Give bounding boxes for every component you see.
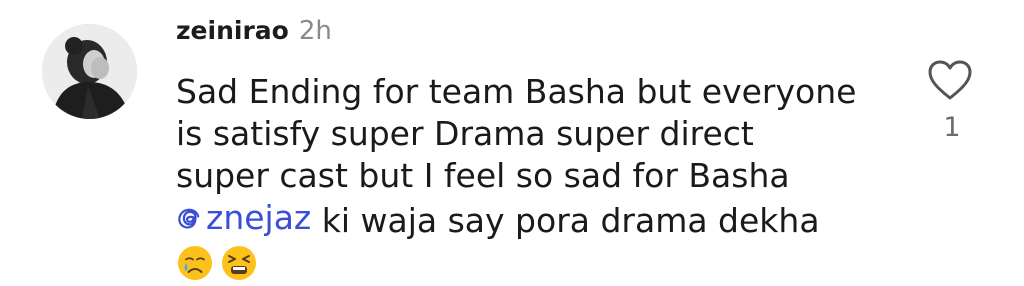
threads-at-icon [178, 208, 200, 229]
avatar[interactable] [42, 24, 137, 119]
like-count: 1 [943, 112, 961, 143]
comment-line: Sad Ending for team Basha but everyone [176, 72, 857, 111]
tired-face-icon [222, 246, 256, 280]
avatar-photo [42, 24, 137, 119]
comment-text: Sad Ending for team Basha but everyone i… [176, 71, 916, 282]
comment-line: super cast but I feel so sad for Basha [176, 156, 790, 195]
emoji-row [176, 244, 916, 282]
crying-face-icon [178, 246, 212, 280]
comment-line-mention: znejaz ki waja say pora drama dekha [176, 197, 916, 242]
comment-line-rest: ki waja say pora drama dekha [311, 201, 820, 240]
username[interactable]: zeinirao [176, 16, 289, 45]
comment-line: is satisfy super Drama super direct [176, 114, 754, 153]
comment: zeinirao 2h Sad Ending for team Basha bu… [0, 0, 1024, 286]
heart-outline-icon[interactable] [926, 58, 974, 102]
mention-link[interactable]: znejaz [176, 197, 311, 239]
mention-username: znejaz [206, 198, 312, 237]
timestamp: 2h [298, 16, 332, 46]
comment-header: zeinirao 2h [176, 16, 332, 56]
